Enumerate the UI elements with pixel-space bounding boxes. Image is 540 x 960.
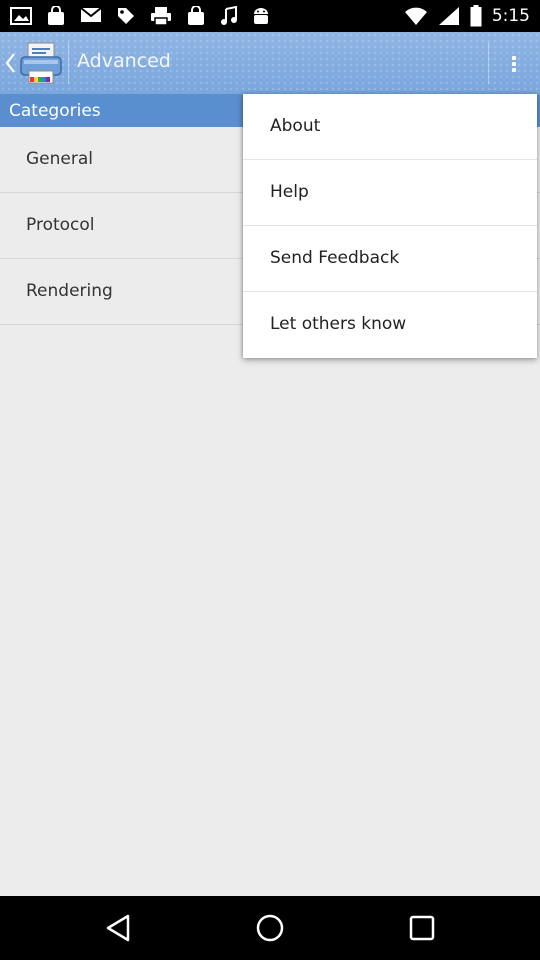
home-icon [256,914,284,942]
menu-item-label: Send Feedback [270,248,400,268]
bag-icon [188,6,204,25]
home-button[interactable] [250,908,290,948]
action-bar: Advanced [0,32,540,94]
status-time: 5:15 [491,6,530,26]
mail-icon [80,7,102,22]
music-icon [221,6,237,25]
overflow-menu-button[interactable] [488,32,540,94]
status-bar: 5:15 [0,0,540,32]
overflow-menu: About Help Send Feedback Let others know [243,94,537,358]
up-button[interactable] [0,32,68,94]
category-item-label: General [26,149,93,169]
system-icons: 5:15 [404,5,530,27]
wifi-icon [404,7,427,25]
menu-item-about[interactable]: About [243,94,537,160]
page-title: Advanced [77,50,171,72]
category-item-label: Rendering [26,281,113,301]
recents-icon [409,915,435,941]
bag-icon [48,6,64,25]
categories-label: Categories [9,101,101,121]
back-button[interactable] [98,908,138,948]
printer-icon [20,42,62,84]
menu-item-label: Help [270,182,309,202]
menu-item-send-feedback[interactable]: Send Feedback [243,226,537,292]
signal-icon [438,7,459,25]
android-icon [254,8,268,24]
action-bar-divider [68,42,69,84]
back-icon [106,914,130,942]
chevron-left-icon [5,53,15,73]
menu-item-label: Let others know [270,314,407,334]
menu-item-help[interactable]: Help [243,160,537,226]
notification-icons [10,6,270,26]
battery-icon [470,5,482,27]
recents-button[interactable] [402,908,442,948]
navigation-bar [0,896,540,960]
printer-icon [151,7,171,26]
tag-icon [118,8,134,24]
category-item-label: Protocol [26,215,95,235]
menu-item-label: About [270,116,321,136]
menu-item-let-others-know[interactable]: Let others know [243,292,537,358]
image-icon [10,7,32,25]
